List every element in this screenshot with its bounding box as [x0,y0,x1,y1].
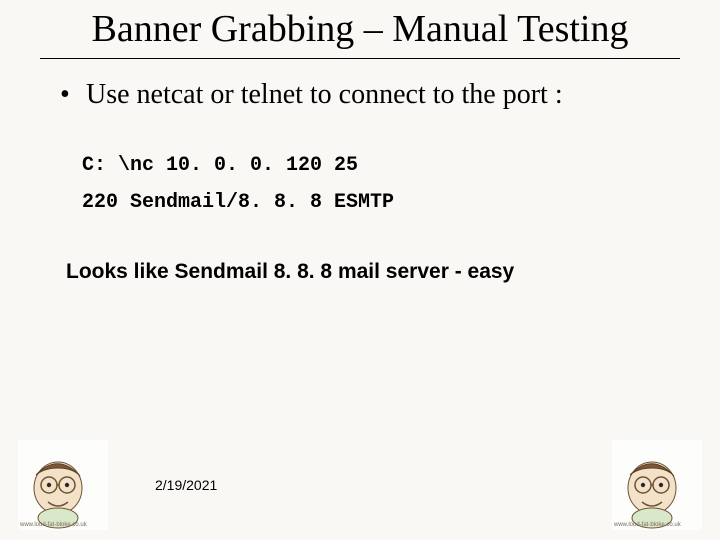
bullet-item: Use netcat or telnet to connect to the p… [58,77,662,112]
slide-date: 2/19/2021 [155,477,217,493]
slide-body: Use netcat or telnet to connect to the p… [58,77,662,284]
cartoon-credit-left: www.loud-fat-bloke.co.uk [20,522,87,528]
cartoon-face-icon [18,440,108,530]
code-block: C: \nc 10. 0. 0. 120 25 220 Sendmail/8. … [82,154,662,214]
code-command: C: \nc 10. 0. 0. 120 25 [82,154,662,177]
cartoon-credit-right: www.loud-fat-bloke.co.uk [614,522,681,528]
code-response: 220 Sendmail/8. 8. 8 ESMTP [82,191,662,214]
cartoon-image-right: www.loud-fat-bloke.co.uk [612,440,702,530]
slide-title: Banner Grabbing – Manual Testing [40,8,680,52]
cartoon-face-icon [612,440,702,530]
title-underline [40,58,680,59]
slide: Banner Grabbing – Manual Testing Use net… [0,8,720,540]
cartoon-image-left: www.loud-fat-bloke.co.uk [18,440,108,530]
conclusion-text: Looks like Sendmail 8. 8. 8 mail server … [66,260,662,284]
